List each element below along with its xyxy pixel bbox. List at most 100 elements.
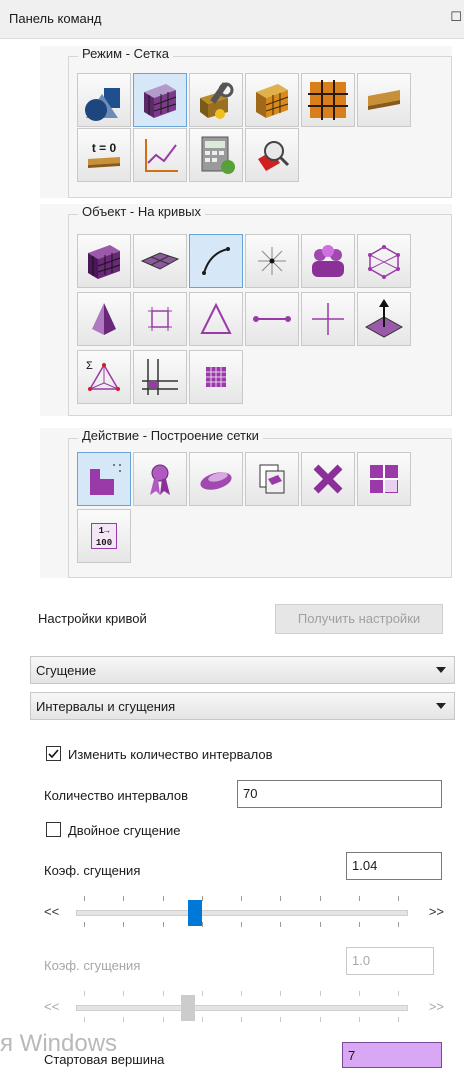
prism-icon[interactable] [77,292,131,346]
panel-title: Панель команд [9,11,102,26]
surface-mesh-icon[interactable] [133,234,187,288]
mode-group: Режим - Сетка t = 0 [40,46,452,198]
interval-count-input[interactable]: 70 [237,780,442,808]
bar-element-icon[interactable] [357,73,411,127]
build-mesh-icon[interactable] [77,452,131,506]
get-settings-button[interactable]: Получить настройки [275,604,443,634]
bunching-coef-label-disabled: Коэф. сгущения [44,958,141,973]
double-bunching-checkbox[interactable] [46,822,61,837]
slider-right-label: >> [428,999,444,1014]
slider-tick [162,1017,164,1022]
bunching-coef-label: Коэф. сгущения [44,863,141,878]
split-block-icon[interactable] [357,452,411,506]
slider-tick [358,896,360,901]
slider-tick [319,922,321,927]
geometry-icon[interactable] [77,73,131,127]
svg-text:Σ: Σ [86,360,93,372]
change-intervals-checkbox[interactable] [46,746,61,761]
inspect-icon[interactable] [245,128,299,182]
time-zero-icon[interactable]: t = 0 [77,128,131,182]
line-segment-icon[interactable] [245,292,299,346]
slider-tick [84,896,85,901]
calculator-icon[interactable] [189,128,243,182]
slider-tick [398,922,399,927]
bunching-coef-input-disabled: 1.0 [346,947,434,975]
bunching-combo[interactable]: Сгущение [30,656,455,684]
intervals-combo[interactable]: Интервалы и сгущения [30,692,455,720]
slider-tick [84,922,85,927]
slider-tick [319,896,321,901]
slider-tick [201,922,203,927]
mesh-settings-icon[interactable] [189,73,243,127]
block-mesh-icon[interactable] [133,73,187,127]
delete-icon[interactable] [301,452,355,506]
normal-vector-icon[interactable] [357,292,411,346]
numbering-icon[interactable]: 1→ 100 [77,509,131,563]
slider-tick [162,991,164,996]
slider-tick [201,1017,203,1022]
graph-icon[interactable] [133,128,187,182]
hexa-block-icon[interactable] [245,73,299,127]
slider-tick [280,922,282,927]
bunching-coef-input[interactable]: 1.04 [346,852,442,880]
slider-tick [123,991,125,996]
curve-settings-label: Настройки кривой [38,611,147,626]
time-zero-label: t = 0 [91,141,117,155]
copy-icon[interactable] [245,452,299,506]
double-bunching-label: Двойное сгущение [68,823,181,838]
check-icon [48,749,59,759]
grid-edges-icon[interactable] [301,73,355,127]
slider-tick [241,1017,242,1022]
slider-left-label: << [44,999,60,1014]
mode-group-title: Режим - Сетка [78,46,173,61]
slider-tick [162,896,164,901]
sigma-tetra-icon[interactable]: Σ [77,350,131,404]
slider-tick [123,896,125,901]
slider-tick [84,1017,85,1022]
interval-count-label: Количество интервалов [44,788,188,803]
slider-tick [398,991,399,996]
vertex-star-icon[interactable] [245,234,299,288]
point-cross-icon[interactable] [301,292,355,346]
bunching-coef-slider[interactable]: << >> [44,888,444,938]
slider-tick [319,1017,321,1022]
slider-tick [123,1017,125,1022]
slider-tick [241,991,242,996]
numbering-label: 1→ 100 [91,523,117,549]
slider-tick [280,991,282,996]
slider-tick [84,991,85,996]
slider-tick [319,991,321,996]
parts-icon[interactable] [301,234,355,288]
slider-tick [241,922,242,927]
chevron-down-icon [436,667,446,673]
slider-thumb[interactable] [187,900,202,926]
slider-tick [241,896,242,901]
smooth-icon[interactable] [189,452,243,506]
slider-tick [280,896,282,901]
object-group-title: Объект - На кривых [78,204,205,219]
slider-tick [162,922,164,927]
panel-titlebar: Панель команд ☐ [0,0,464,39]
structure-lines-icon[interactable] [133,350,187,404]
triangle-icon[interactable] [189,292,243,346]
grid-small-icon[interactable] [189,350,243,404]
curve-mesh-icon[interactable] [189,234,243,288]
pin-icon[interactable]: ☐ [450,9,462,25]
slider-tick [398,896,399,901]
start-vertex-label: Стартовая вершина [44,1052,165,1067]
object-group: Объект - На кривых Σ [40,204,452,416]
topology-icon[interactable] [357,234,411,288]
slider-tick [280,1017,282,1022]
bunching-combo-value: Сгущение [36,663,97,678]
slider-tick [123,922,125,927]
slider-tick [358,991,360,996]
ribbon-icon[interactable] [133,452,187,506]
slider-tick [398,1017,399,1022]
slider-tick [358,922,360,927]
start-vertex-input[interactable]: 7 [342,1042,442,1068]
intervals-combo-value: Интервалы и сгущения [36,699,176,714]
chevron-down-icon [436,703,446,709]
volume-mesh-icon[interactable] [77,234,131,288]
slider-thumb [181,995,196,1021]
edge-rect-icon[interactable] [133,292,187,346]
